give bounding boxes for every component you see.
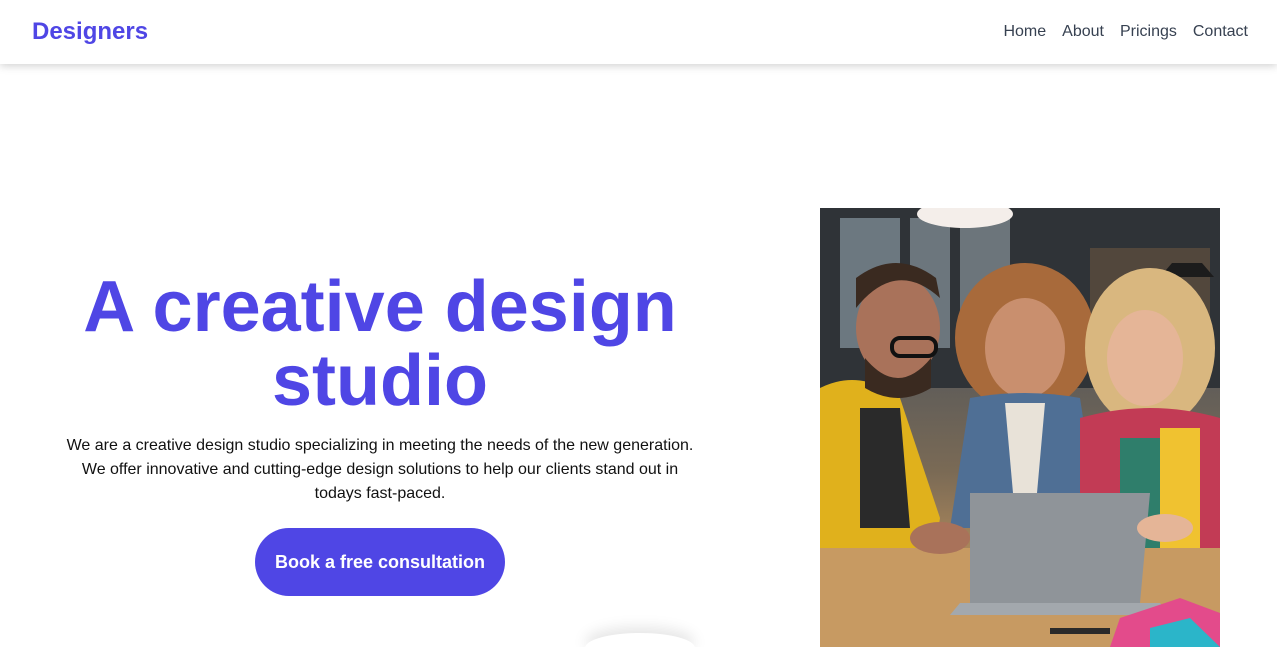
main-nav: Home About Pricings Contact [1003,23,1248,41]
decorative-shadow [585,633,695,647]
hero-photo-illustration [820,208,1220,647]
hero-description: We are a creative design studio speciali… [66,437,694,502]
hero-content: A creative design studio We are a creati… [60,270,700,596]
book-consultation-button[interactable]: Book a free consultation [255,528,505,596]
brand-logo[interactable]: Designers [32,18,148,46]
top-navbar: Designers Home About Pricings Contact [0,0,1277,64]
nav-contact-link[interactable]: Contact [1193,23,1248,41]
nav-home-link[interactable]: Home [1003,23,1046,41]
nav-pricings-link[interactable]: Pricings [1120,23,1177,41]
hero-photo [820,208,1220,647]
nav-about-link[interactable]: About [1062,23,1104,41]
hero-title: A creative design studio [83,267,677,421]
